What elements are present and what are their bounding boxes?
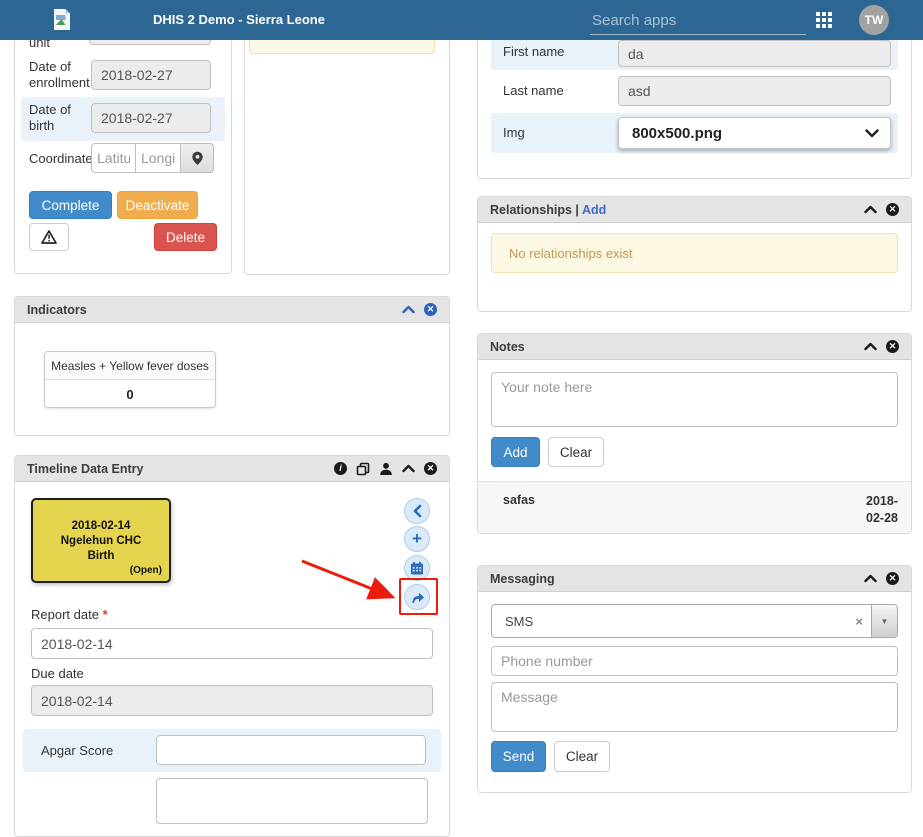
notes-title: Notes: [490, 340, 864, 354]
calendar-icon: [410, 561, 424, 575]
collapse-icon[interactable]: [402, 464, 415, 473]
event-date: 2018-02-14: [33, 519, 169, 534]
warning-triangle-icon: [41, 230, 57, 244]
timeline-title: Timeline Data Entry: [27, 462, 334, 476]
collapse-icon[interactable]: [864, 342, 877, 351]
warning-button[interactable]: [29, 223, 69, 251]
app-title: DHIS 2 Demo - Sierra Leone: [153, 0, 325, 40]
search-apps: [590, 6, 802, 32]
timeline-header: Timeline Data Entry i ✕: [15, 456, 449, 482]
top-bar: DHIS 2 Demo - Sierra Leone TW: [0, 0, 923, 40]
info-icon[interactable]: i: [334, 462, 347, 475]
img-label: Img: [503, 125, 525, 140]
note-textarea[interactable]: [491, 372, 898, 427]
caret-down-icon: ▼: [881, 617, 889, 626]
add-event-button[interactable]: +: [404, 526, 430, 552]
relationships-add-link[interactable]: Add: [582, 203, 606, 217]
notes-header: Notes ✕: [478, 334, 911, 360]
apgar-score-input[interactable]: [156, 735, 426, 765]
note-entry-text: safas: [503, 493, 535, 507]
apgar-score-label: Apgar Score: [41, 743, 113, 758]
enrollment-widget: unit Date of enrollment Date of birth Co…: [14, 0, 232, 274]
date-of-enrollment-label: Date of enrollment: [29, 59, 91, 91]
report-date-input[interactable]: [31, 628, 433, 659]
note-entry-row: safas 2018-02-28: [478, 481, 911, 533]
map-pin-button[interactable]: [181, 143, 214, 173]
avatar[interactable]: TW: [859, 5, 889, 35]
close-icon[interactable]: ✕: [424, 462, 437, 475]
middle-widget: [244, 0, 450, 275]
close-icon[interactable]: ✕: [886, 340, 899, 353]
plus-icon: +: [412, 530, 422, 547]
timeline-data-entry-panel: Timeline Data Entry i ✕ 2018-02-14 Ngele…: [14, 455, 450, 837]
event-status-badge: (Open): [130, 565, 162, 576]
send-button[interactable]: Send: [491, 741, 546, 772]
messaging-title: Messaging: [490, 572, 864, 586]
note-add-button[interactable]: Add: [491, 437, 540, 467]
note-entry-date: 2018-02-28: [852, 493, 898, 527]
latitude-input[interactable]: [91, 143, 136, 173]
note-clear-button[interactable]: Clear: [548, 437, 604, 467]
collapse-icon[interactable]: [864, 574, 877, 583]
messaging-panel: Messaging ✕ SMS × ▼ Send Clear: [477, 565, 912, 793]
no-relationships-alert: No relationships exist: [491, 233, 898, 273]
previous-event-button[interactable]: [404, 498, 430, 524]
indicator-label: Measles + Yellow fever doses: [45, 352, 215, 380]
close-icon[interactable]: ✕: [886, 572, 899, 585]
map-pin-icon: [191, 151, 204, 166]
date-of-enrollment-input: [91, 60, 211, 90]
message-textarea[interactable]: [491, 682, 898, 732]
last-name-input: [618, 76, 891, 106]
channel-dropdown-toggle[interactable]: ▼: [871, 605, 897, 637]
search-apps-input[interactable]: [590, 6, 806, 35]
last-name-label: Last name: [503, 83, 564, 98]
collapse-icon[interactable]: [402, 305, 415, 314]
chevron-down-icon: [865, 129, 879, 138]
coordinate-label: Coordinate: [29, 151, 93, 166]
event-stage: Birth: [33, 549, 169, 564]
indicators-panel: Indicators ✕ Measles + Yellow fever dose…: [14, 296, 450, 436]
indicators-header: Indicators ✕: [15, 297, 449, 323]
notes-panel: Notes ✕ Add Clear safas 2018-02-28: [477, 333, 912, 534]
channel-select[interactable]: SMS × ▼: [491, 604, 898, 638]
relationships-panel: Relationships | Add ✕ No relationships e…: [477, 196, 912, 312]
event-org-unit: Ngelehun CHC: [33, 534, 169, 549]
img-select-value: 800x500.png: [619, 125, 865, 142]
img-select[interactable]: 800x500.png: [618, 117, 891, 149]
chevron-left-icon: [412, 504, 422, 518]
deactivate-button[interactable]: Deactivate: [117, 191, 198, 219]
date-of-birth-input: [91, 103, 211, 133]
relationships-title: Relationships | Add: [490, 203, 864, 217]
comment-textarea[interactable]: [156, 778, 428, 824]
required-asterisk: *: [103, 607, 108, 622]
channel-clear-icon[interactable]: ×: [847, 614, 871, 629]
timeline-event-box[interactable]: 2018-02-14 Ngelehun CHC Birth (Open): [31, 498, 171, 583]
date-of-birth-label: Date of birth: [29, 102, 91, 134]
indicator-card: Measles + Yellow fever doses 0: [44, 351, 216, 408]
first-name-input: [618, 40, 891, 67]
indicator-value: 0: [45, 380, 215, 408]
indicators-title: Indicators: [27, 303, 402, 317]
close-icon[interactable]: ✕: [424, 303, 437, 316]
collapse-icon[interactable]: [864, 205, 877, 214]
report-date-label: Report date *: [31, 607, 108, 622]
apps-grid-icon[interactable]: [816, 12, 833, 29]
message-clear-button[interactable]: Clear: [554, 741, 610, 772]
first-name-label: First name: [503, 44, 564, 59]
delete-button[interactable]: Delete: [154, 223, 217, 251]
due-date-input: [31, 685, 433, 716]
close-icon[interactable]: ✕: [886, 203, 899, 216]
relationships-header: Relationships | Add ✕: [478, 197, 911, 223]
messaging-header: Messaging ✕: [478, 566, 911, 592]
phone-number-input[interactable]: [491, 646, 898, 676]
dhis2-logo-icon[interactable]: [52, 8, 72, 36]
copy-icon[interactable]: [356, 462, 370, 476]
longitude-input[interactable]: [136, 143, 181, 173]
annotation-highlight-box: [399, 578, 438, 615]
channel-select-value: SMS: [492, 614, 847, 629]
complete-button[interactable]: Complete: [29, 191, 112, 219]
person-icon[interactable]: [379, 462, 393, 476]
due-date-label: Due date: [31, 666, 84, 681]
